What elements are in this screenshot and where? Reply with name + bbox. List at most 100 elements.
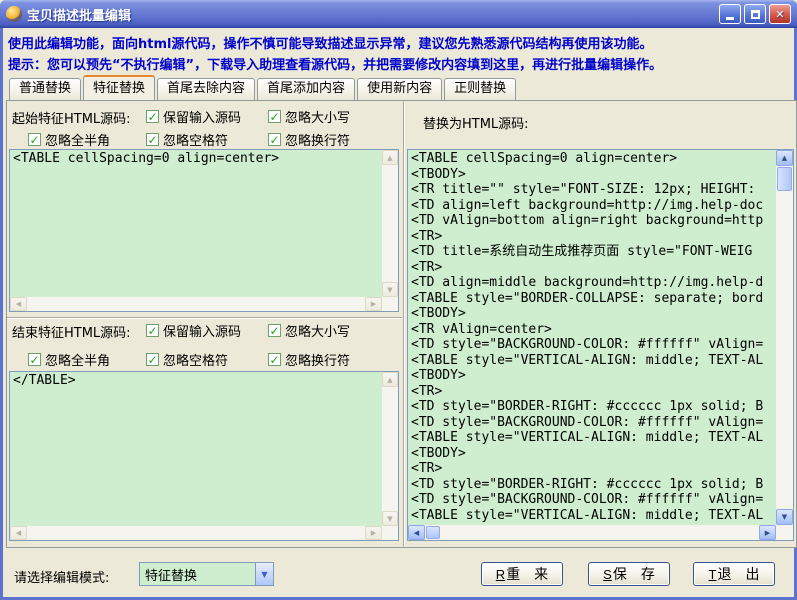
scroll-up-icon[interactable]: ▲ <box>382 150 398 165</box>
replace-with-label: 替换为HTML源码: <box>423 113 529 132</box>
scroll-up-icon[interactable]: ▲ <box>382 372 398 387</box>
scroll-right-icon[interactable]: ▶ <box>365 526 382 540</box>
redo-button[interactable]: R重 来 <box>481 562 563 586</box>
checkbox-checked-icon: ✓ <box>268 133 281 146</box>
close-icon: ✕ <box>775 8 784 21</box>
scroll-left-icon[interactable]: ◀ <box>10 297 27 311</box>
checkbox-end-ignore-space[interactable]: ✓ 忽略空格符 <box>146 350 228 369</box>
end-feature-code[interactable]: </TABLE> <box>13 373 380 525</box>
checkbox-end-ignore-case[interactable]: ✓ 忽略大小写 <box>268 321 350 340</box>
edit-mode-select[interactable]: 特征替换 ▼ <box>139 562 274 586</box>
replace-html-textarea[interactable]: <TABLE cellSpacing=0 align=center> <TBOD… <box>407 149 794 541</box>
checkbox-checked-icon: ✓ <box>28 133 41 146</box>
vertical-scroll-thumb[interactable] <box>777 167 792 191</box>
checkbox-start-ignore-width[interactable]: ✓ 忽略全半角 <box>28 130 110 149</box>
scroll-down-icon[interactable]: ▼ <box>382 511 398 526</box>
edit-mode-value: 特征替换 <box>140 565 255 584</box>
footer-bar: 请选择编辑模式: 特征替换 ▼ R重 来 S保 存 T退 出 <box>6 548 791 597</box>
horizontal-scrollbar[interactable]: ◀ ▶ <box>10 526 382 540</box>
checkbox-label: 忽略全半角 <box>45 350 110 369</box>
checkbox-checked-icon: ✓ <box>146 353 159 366</box>
feature-replace-panel: 起始特征HTML源码: ✓ 保留输入源码 ✓ 忽略大小写 ✓ 忽略全半角 ✓ 忽… <box>6 100 797 548</box>
checkbox-end-ignore-linebreak[interactable]: ✓ 忽略换行符 <box>268 350 350 369</box>
checkbox-label: 保留输入源码 <box>163 321 241 340</box>
section-divider <box>7 317 402 319</box>
checkbox-label: 忽略大小写 <box>285 107 350 126</box>
checkbox-checked-icon: ✓ <box>146 324 159 337</box>
minimize-icon <box>726 17 734 20</box>
scroll-down-icon[interactable]: ▼ <box>382 282 398 297</box>
exit-mnemonic: T <box>709 567 717 582</box>
scrollbar-corner <box>382 297 398 311</box>
checkbox-checked-icon: ✓ <box>268 324 281 337</box>
start-feature-code-textarea[interactable]: <TABLE cellSpacing=0 align=center> ▲ ▼ ◀… <box>9 149 399 312</box>
checkbox-end-keep-source[interactable]: ✓ 保留输入源码 <box>146 321 241 340</box>
tab-normal-replace[interactable]: 普通替换 <box>9 78 81 100</box>
end-feature-code-textarea[interactable]: </TABLE> ▲ ▼ ◀ ▶ <box>9 371 399 541</box>
replace-html-code[interactable]: <TABLE cellSpacing=0 align=center> <TBOD… <box>411 151 774 524</box>
checkbox-start-ignore-linebreak[interactable]: ✓ 忽略换行符 <box>268 130 350 149</box>
tab-regex-replace[interactable]: 正则替换 <box>444 78 516 100</box>
scroll-right-icon[interactable]: ▶ <box>759 525 776 540</box>
maximize-icon <box>751 10 760 19</box>
notice-text: 使用此编辑功能，面向html源代码，操作不慎可能导致描述显示异常，建议您先熟悉源… <box>8 29 789 77</box>
minimize-button[interactable] <box>719 4 741 24</box>
tab-use-new-content[interactable]: 使用新内容 <box>357 78 442 100</box>
redo-label: 重 来 <box>506 564 548 584</box>
horizontal-scroll-thumb[interactable] <box>426 526 440 539</box>
scrollbar-corner <box>776 525 793 540</box>
checkbox-end-ignore-width[interactable]: ✓ 忽略全半角 <box>28 350 110 369</box>
start-feature-label: 起始特征HTML源码: <box>12 108 131 127</box>
scroll-right-icon[interactable]: ▶ <box>365 297 382 311</box>
scroll-down-icon[interactable]: ▼ <box>776 509 793 525</box>
vertical-scrollbar[interactable]: ▲ ▼ <box>776 150 793 525</box>
checkbox-label: 忽略空格符 <box>163 130 228 149</box>
checkbox-checked-icon: ✓ <box>28 353 41 366</box>
column-divider <box>403 101 405 547</box>
edit-mode-label: 请选择编辑模式: <box>14 567 109 586</box>
scroll-left-icon[interactable]: ◀ <box>10 526 27 540</box>
checkbox-label: 忽略换行符 <box>285 350 350 369</box>
redo-mnemonic: R <box>496 567 505 582</box>
end-feature-label: 结束特征HTML源码: <box>12 322 131 341</box>
checkbox-start-keep-source[interactable]: ✓ 保留输入源码 <box>146 107 241 126</box>
vertical-scrollbar[interactable]: ▲ ▼ <box>382 372 398 526</box>
scrollbar-corner <box>382 526 398 540</box>
checkbox-label: 忽略换行符 <box>285 130 350 149</box>
app-icon <box>6 6 22 22</box>
checkbox-label: 忽略全半角 <box>45 130 110 149</box>
chevron-down-icon: ▼ <box>261 570 267 579</box>
save-button[interactable]: S保 存 <box>588 562 670 586</box>
start-feature-code[interactable]: <TABLE cellSpacing=0 align=center> <box>13 151 380 296</box>
scroll-left-icon[interactable]: ◀ <box>408 525 425 540</box>
maximize-button[interactable] <box>744 4 766 24</box>
checkbox-checked-icon: ✓ <box>146 110 159 123</box>
checkbox-checked-icon: ✓ <box>146 133 159 146</box>
tab-strip: 普通替换 特征替换 首尾去除内容 首尾添加内容 使用新内容 正则替换 <box>9 78 518 100</box>
title-bar[interactable]: 宝贝描述批量编辑 ✕ <box>0 0 797 28</box>
combo-dropdown-button[interactable]: ▼ <box>255 563 273 585</box>
checkbox-label: 忽略空格符 <box>163 350 228 369</box>
scroll-up-icon[interactable]: ▲ <box>776 150 793 166</box>
tab-add-head-tail[interactable]: 首尾添加内容 <box>257 78 355 100</box>
notice-line2: 提示：您可以预先“不执行编辑”，下载导入助理查看源代码，并把需要修改内容填到这里… <box>8 55 789 76</box>
close-button[interactable]: ✕ <box>769 4 791 24</box>
checkbox-start-ignore-case[interactable]: ✓ 忽略大小写 <box>268 107 350 126</box>
horizontal-scrollbar[interactable]: ◀ ▶ <box>10 297 382 311</box>
exit-label: 退 出 <box>717 564 759 584</box>
tab-feature-replace[interactable]: 特征替换 <box>83 75 155 100</box>
checkbox-checked-icon: ✓ <box>268 353 281 366</box>
window-title: 宝贝描述批量编辑 <box>27 5 719 24</box>
vertical-scrollbar[interactable]: ▲ ▼ <box>382 150 398 297</box>
checkbox-checked-icon: ✓ <box>268 110 281 123</box>
horizontal-scrollbar[interactable]: ◀ ▶ <box>408 525 776 540</box>
checkbox-start-ignore-space[interactable]: ✓ 忽略空格符 <box>146 130 228 149</box>
tab-strip-head-tail[interactable]: 首尾去除内容 <box>157 78 255 100</box>
notice-line1: 使用此编辑功能，面向html源代码，操作不慎可能导致描述显示异常，建议您先熟悉源… <box>8 34 789 55</box>
exit-button[interactable]: T退 出 <box>693 562 775 586</box>
checkbox-label: 保留输入源码 <box>163 107 241 126</box>
checkbox-label: 忽略大小写 <box>285 321 350 340</box>
save-label: 保 存 <box>613 564 655 584</box>
save-mnemonic: S <box>603 567 612 582</box>
dialog-window: 宝贝描述批量编辑 ✕ 使用此编辑功能，面向html源代码，操作不慎可能导致描述显… <box>0 0 797 600</box>
